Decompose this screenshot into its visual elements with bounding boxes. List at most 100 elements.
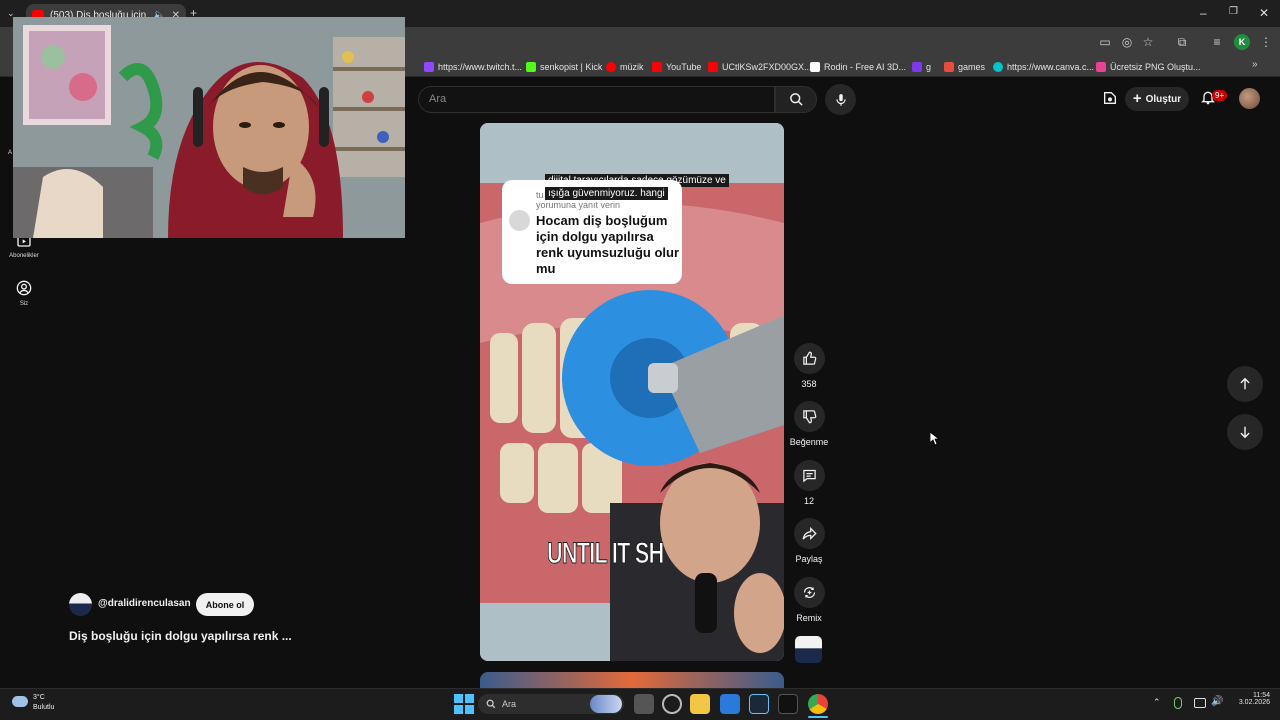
bookmark-png[interactable]: Ücretsiz PNG Oluştu... (1096, 58, 1201, 75)
chrome-icon[interactable] (808, 694, 828, 714)
bookmark-label: https://www.twitch.t... (438, 61, 523, 72)
voice-search-button[interactable] (825, 84, 856, 115)
minimize-icon[interactable]: – (1200, 6, 1207, 20)
bookmark-label: senkopist | Kick (540, 61, 603, 72)
search-input[interactable]: Ara (418, 86, 775, 113)
previous-short-button[interactable] (1227, 366, 1263, 402)
browser-menu-icon[interactable]: ⋮ (1259, 35, 1273, 49)
bookmark-label: müzik (620, 61, 644, 72)
bookmark-label: Rodin - Free AI 3D... (824, 61, 907, 72)
weather-desc: Bulutlu (33, 704, 55, 711)
channel-name[interactable]: @dralidirenculasan (98, 598, 191, 609)
display-tray-icon[interactable] (1194, 698, 1206, 708)
remix-button[interactable]: Remix (784, 577, 834, 623)
dislike-label: Beğenme (789, 437, 829, 447)
search-button[interactable] (775, 86, 817, 113)
webcam-overlay (13, 17, 405, 238)
youtube-icon (708, 61, 718, 72)
copilot-icon[interactable] (662, 694, 682, 714)
guide-cut-label: A (8, 150, 13, 156)
comment-count: 12 (803, 496, 814, 506)
like-button[interactable]: 358 (784, 343, 834, 389)
media-controls-icon[interactable]: ≡ (1210, 35, 1224, 49)
share-label: Paylaş (795, 554, 823, 564)
microphone-icon (835, 93, 846, 106)
upload-icon[interactable] (1102, 90, 1118, 106)
reply-comment-text: Hocam diş boşluğum için dolgu yapılırsa … (536, 213, 680, 276)
user-circle-icon (16, 280, 32, 296)
create-button[interactable]: + Oluştur (1125, 87, 1189, 111)
clock[interactable]: 11:54 3.02.2026 (1225, 692, 1270, 706)
volume-icon[interactable]: 🔊 (1211, 696, 1223, 707)
bookmark-games[interactable]: games (944, 58, 985, 75)
weather-widget[interactable]: 3°C Bulutlu (33, 693, 54, 713)
bookmark-rodin[interactable]: Rodin - Free AI 3D... (810, 58, 906, 75)
remix-label: Remix (796, 613, 822, 623)
tray-overflow-icon[interactable]: ⌃ (1153, 697, 1161, 708)
profile-avatar[interactable]: K (1234, 34, 1250, 50)
windows-logo-icon (454, 694, 463, 703)
thumbs-down-icon (802, 410, 816, 424)
dislike-button[interactable]: Beğenme (784, 401, 834, 447)
guide-you[interactable]: Siz (4, 280, 44, 307)
eye-off-icon[interactable]: ◎ (1120, 35, 1134, 49)
microsoft-store-icon[interactable] (720, 694, 740, 714)
create-label: Oluştur (1145, 93, 1182, 105)
account-avatar[interactable] (1239, 88, 1260, 109)
bookmark-twitch[interactable]: https://www.twitch.t... (424, 58, 522, 75)
subscribe-button[interactable]: Abone ol (196, 593, 254, 616)
channel-avatar[interactable] (69, 593, 92, 616)
share-button[interactable]: Paylaş (784, 518, 834, 564)
bookmark-g[interactable]: g (912, 58, 931, 75)
cloud-icon[interactable] (12, 696, 28, 707)
music-icon (606, 61, 616, 72)
start-button[interactable] (454, 694, 474, 714)
twitch-icon (424, 61, 434, 72)
sound-source-avatar[interactable] (795, 636, 822, 663)
bookmark-label: games (958, 61, 986, 72)
clock-date: 3.02.2026 (1238, 699, 1270, 706)
bookmark-canva[interactable]: https://www.canva.c... (993, 58, 1094, 75)
caption-line-2: ışığa güvenmiyoruz. hangi (545, 187, 668, 200)
microphone-tray-icon[interactable] (1174, 697, 1182, 709)
video-title[interactable]: Diş boşluğu için dolgu yapılırsa renk ..… (69, 629, 292, 643)
bookmark-label: Ücretsiz PNG Oluştu... (1110, 61, 1201, 72)
search-highlight-image (590, 695, 622, 713)
taskbar-search-label: Ara (502, 699, 517, 709)
epic-games-icon[interactable] (778, 694, 798, 714)
share-icon (802, 526, 817, 541)
bookmark-kick[interactable]: senkopist | Kick (526, 58, 602, 75)
bookmark-label: https://www.canva.c... (1007, 61, 1095, 72)
mouse-cursor-icon (930, 432, 940, 446)
bookmarks-overflow-icon[interactable]: » (1252, 59, 1258, 70)
thumbs-up-icon (802, 351, 816, 365)
webcam-scene-image (13, 17, 405, 238)
bookmark-label: YouTube (666, 61, 702, 72)
restore-icon[interactable]: ❐ (1229, 6, 1238, 17)
task-view-icon[interactable] (634, 694, 654, 714)
active-app-indicator (808, 716, 828, 718)
rodin-icon (810, 61, 820, 72)
png-icon (1096, 61, 1106, 72)
arrow-down-icon (1240, 426, 1250, 439)
comments-button[interactable]: 12 (784, 460, 834, 506)
bookmark-star-icon[interactable]: ☆ (1141, 35, 1155, 49)
file-explorer-icon[interactable] (690, 694, 710, 714)
extensions-icon[interactable]: ⧉ (1175, 35, 1189, 49)
arrow-up-icon (1240, 377, 1250, 390)
search-icon (486, 699, 496, 709)
next-short-button[interactable] (1227, 414, 1263, 450)
reply-prefix-fragment: tu (536, 190, 544, 200)
cast-icon[interactable]: ▭ (1098, 35, 1112, 49)
steam-icon[interactable] (749, 694, 769, 714)
bookmark-channel[interactable]: UCtlKSw2FXD00GX... (708, 58, 812, 75)
close-window-icon[interactable]: ✕ (1259, 6, 1269, 20)
bookmark-muzik[interactable]: müzik (606, 58, 644, 75)
reply-small-label: yorumuna yanıt verin (536, 200, 621, 210)
bookmark-youtube[interactable]: YouTube (652, 58, 701, 75)
comment-icon (802, 469, 816, 483)
video-subtitle: UNTIL IT SH (547, 537, 665, 571)
guide-subscriptions-label: Abonelikler (9, 253, 39, 259)
guide-you-label: Siz (19, 301, 29, 307)
windows-logo-icon (454, 705, 463, 714)
